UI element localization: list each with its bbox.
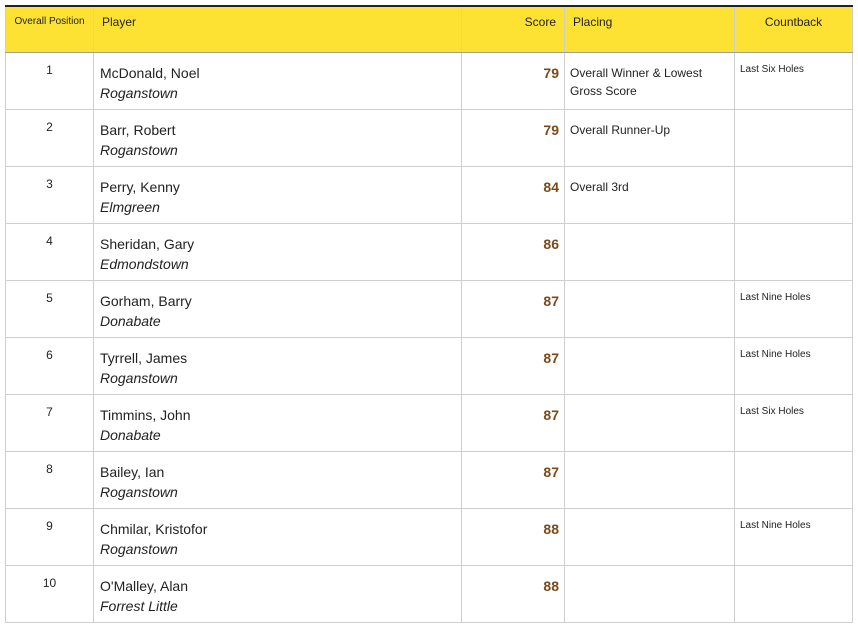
- player-club: Donabate: [100, 426, 161, 443]
- player-name: Barr, Robert: [100, 121, 176, 138]
- cell-score: 87: [461, 393, 565, 452]
- cell-player: Bailey, Ian Roganstown: [93, 450, 462, 509]
- cell-position: 4: [5, 222, 94, 281]
- cell-score: 88: [461, 507, 565, 566]
- cell-countback: Last Nine Holes: [734, 336, 853, 395]
- cell-position: 7: [5, 393, 94, 452]
- cell-position: 2: [5, 108, 94, 167]
- player-club: Roganstown: [100, 84, 178, 101]
- cell-score: 79: [461, 51, 565, 110]
- table-row: 1 McDonald, Noel Roganstown 79 Overall Wi…: [5, 51, 853, 110]
- cell-player: Timmins, John Donabate: [93, 393, 462, 452]
- cell-player: Barr, Robert Roganstown: [93, 108, 462, 167]
- player-club: Edmondstown: [100, 255, 189, 272]
- cell-placing: [564, 393, 735, 452]
- cell-placing: [564, 507, 735, 566]
- header-position: Overall Position: [5, 5, 94, 53]
- table-row: 2 Barr, Robert Roganstown 79 Overall Runn…: [5, 108, 853, 167]
- player-name: Perry, Kenny: [100, 178, 180, 195]
- cell-placing: [564, 279, 735, 338]
- cell-countback: Last Six Holes: [734, 51, 853, 110]
- cell-player: O'Malley, Alan Forrest Little: [93, 564, 462, 623]
- table-row: 5 Gorham, Barry Donabate 87 Last Nine Hol…: [5, 279, 853, 338]
- player-club: Elmgreen: [100, 198, 160, 215]
- table-row: 9 Chmilar, Kristofor Roganstown 88 Last N…: [5, 507, 853, 566]
- player-club: Roganstown: [100, 369, 178, 386]
- table-body: 1 McDonald, Noel Roganstown 79 Overall Wi…: [5, 51, 853, 623]
- player-club: Donabate: [100, 312, 161, 329]
- player-club: Forrest Little: [100, 597, 178, 614]
- table-row: 3 Perry, Kenny Elmgreen 84 Overall 3rd: [5, 165, 853, 224]
- player-name: Tyrrell, James: [100, 349, 188, 366]
- cell-placing: [564, 336, 735, 395]
- cell-player: Chmilar, Kristofor Roganstown: [93, 507, 462, 566]
- cell-countback: [734, 564, 853, 623]
- cell-player: Tyrrell, James Roganstown: [93, 336, 462, 395]
- table-row: 10 O'Malley, Alan Forrest Little 88: [5, 564, 853, 623]
- cell-placing: [564, 450, 735, 509]
- header-player: Player: [93, 5, 462, 53]
- cell-countback: [734, 222, 853, 281]
- cell-placing: Overall 3rd: [564, 165, 735, 224]
- table-row: 6 Tyrrell, James Roganstown 87 Last Nine …: [5, 336, 853, 395]
- cell-position: 6: [5, 336, 94, 395]
- cell-position: 8: [5, 450, 94, 509]
- cell-position: 9: [5, 507, 94, 566]
- table-header: Overall Position Player Score Placing Co…: [5, 5, 853, 53]
- cell-position: 10: [5, 564, 94, 623]
- cell-countback: Last Nine Holes: [734, 279, 853, 338]
- player-name: Timmins, John: [100, 406, 191, 423]
- table-row: 7 Timmins, John Donabate 87 Last Six Hole…: [5, 393, 853, 452]
- cell-position: 5: [5, 279, 94, 338]
- cell-score: 87: [461, 450, 565, 509]
- cell-countback: Last Six Holes: [734, 393, 853, 452]
- cell-countback: [734, 165, 853, 224]
- table-row: 4 Sheridan, Gary Edmondstown 86: [5, 222, 853, 281]
- player-club: Roganstown: [100, 540, 178, 557]
- header-score: Score: [461, 5, 565, 53]
- cell-score: 87: [461, 279, 565, 338]
- cell-player: Sheridan, Gary Edmondstown: [93, 222, 462, 281]
- player-club: Roganstown: [100, 483, 178, 500]
- header-placing: Placing: [564, 5, 735, 53]
- player-name: McDonald, Noel: [100, 64, 200, 81]
- player-name: Bailey, Ian: [100, 463, 165, 480]
- cell-player: McDonald, Noel Roganstown: [93, 51, 462, 110]
- player-name: O'Malley, Alan: [100, 577, 189, 594]
- cell-player: Gorham, Barry Donabate: [93, 279, 462, 338]
- player-name: Chmilar, Kristofor: [100, 520, 208, 537]
- table-row: 8 Bailey, Ian Roganstown 87: [5, 450, 853, 509]
- cell-score: 88: [461, 564, 565, 623]
- player-club: Roganstown: [100, 141, 178, 158]
- header-countback: Countback: [734, 5, 853, 53]
- cell-position: 1: [5, 51, 94, 110]
- results-table: Overall Position Player Score Placing Co…: [5, 5, 853, 623]
- cell-placing: [564, 564, 735, 623]
- cell-countback: [734, 450, 853, 509]
- cell-placing: Overall Winner & Lowest Gross Score: [564, 51, 735, 110]
- cell-position: 3: [5, 165, 94, 224]
- cell-countback: Last Nine Holes: [734, 507, 853, 566]
- cell-score: 84: [461, 165, 565, 224]
- cell-placing: Overall Runner-Up: [564, 108, 735, 167]
- cell-score: 86: [461, 222, 565, 281]
- player-name: Sheridan, Gary: [100, 235, 195, 252]
- cell-placing: [564, 222, 735, 281]
- cell-score: 79: [461, 108, 565, 167]
- player-name: Gorham, Barry: [100, 292, 192, 309]
- cell-score: 87: [461, 336, 565, 395]
- header-row: Overall Position Player Score Placing Co…: [5, 5, 853, 53]
- cell-player: Perry, Kenny Elmgreen: [93, 165, 462, 224]
- cell-countback: [734, 108, 853, 167]
